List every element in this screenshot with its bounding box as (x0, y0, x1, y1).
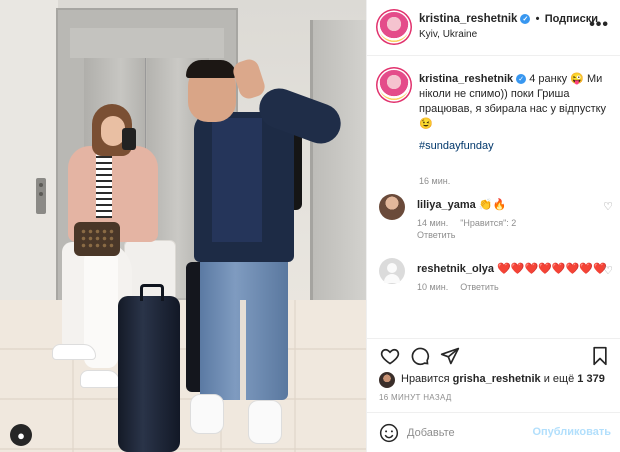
more-options-icon[interactable]: ••• (589, 16, 609, 34)
comment-like-icon[interactable]: ♡ (603, 200, 613, 213)
wall (0, 0, 58, 320)
separator: • (535, 13, 540, 25)
liker-username[interactable]: grisha_reshetnik (453, 373, 541, 385)
verified-icon: ✓ (520, 13, 531, 24)
elevator-header (70, 28, 224, 58)
heart-icon[interactable] (379, 345, 401, 367)
commenter-username[interactable]: reshetnik_olya (417, 263, 494, 275)
verified-icon: ✓ (516, 74, 527, 85)
post-photo[interactable]: ● (0, 0, 366, 452)
caption-avatar[interactable] (379, 70, 409, 100)
author-avatar[interactable] (379, 12, 409, 42)
user-tag-icon[interactable]: ● (10, 424, 32, 446)
sneaker (248, 400, 282, 444)
dark-suitcase (118, 284, 180, 452)
sneaker (52, 344, 96, 360)
publish-button[interactable]: Опубликовать (532, 426, 611, 438)
comments-list[interactable]: kristina_reshetnik ✓ 4 ранку 😜 Ми ніколи … (367, 56, 620, 338)
comment-text: 👏🔥 (478, 199, 507, 211)
bookmark-icon[interactable] (589, 345, 611, 367)
likes-prefix: Нравится (401, 373, 450, 385)
post-sidebar: kristina_reshetnik ✓ • Подписки Kyiv, Ukr… (366, 0, 620, 452)
commenter-avatar[interactable] (379, 258, 405, 284)
commenter-avatar[interactable] (379, 194, 405, 220)
share-icon[interactable] (439, 345, 461, 367)
author-username[interactable]: kristina_reshetnik (419, 13, 517, 25)
elevator-call-panel (36, 178, 46, 214)
phone (122, 128, 136, 150)
liker-avatar (379, 372, 395, 388)
reply-button[interactable]: Ответить (460, 282, 498, 292)
comment-icon[interactable] (409, 345, 431, 367)
add-comment-bar: Опубликовать (367, 412, 620, 452)
reply-button[interactable]: Ответить (417, 230, 455, 240)
comment-input[interactable] (407, 423, 547, 443)
comment-likes[interactable]: "Нравится": 2 (460, 218, 516, 228)
action-bar (367, 338, 620, 370)
post-timestamp: 16 МИНУТ НАЗАД (379, 393, 452, 402)
handbag (74, 222, 120, 256)
hashtag-link[interactable]: #sundayfunday (419, 140, 494, 152)
likes-count[interactable]: 1 379 (577, 373, 605, 385)
second-elevator (310, 20, 366, 310)
sneaker (190, 394, 224, 434)
comment-like-icon[interactable]: ♡ (603, 264, 613, 277)
post-header: kristina_reshetnik ✓ • Подписки Kyiv, Ukr… (367, 0, 620, 56)
caption-username[interactable]: kristina_reshetnik (419, 73, 513, 85)
comment-text: ❤️❤️❤️❤️❤️❤️❤️❤️ (497, 263, 607, 275)
emoji-icon[interactable] (379, 423, 399, 443)
commenter-username[interactable]: liliya_yama (417, 199, 476, 211)
caption-time: 16 мин. (419, 176, 451, 186)
likes-summary[interactable]: Нравится grisha_reshetnik и ещё 1 379 (379, 372, 615, 388)
author-line: kristina_reshetnik ✓ • Подписки (419, 13, 598, 25)
comment-time: 14 мин. (417, 218, 449, 228)
comment-time: 10 мин. (417, 282, 449, 292)
sneaker (80, 370, 120, 388)
location-link[interactable]: Kyiv, Ukraine (419, 29, 477, 40)
likes-middle: и ещё (543, 373, 575, 385)
